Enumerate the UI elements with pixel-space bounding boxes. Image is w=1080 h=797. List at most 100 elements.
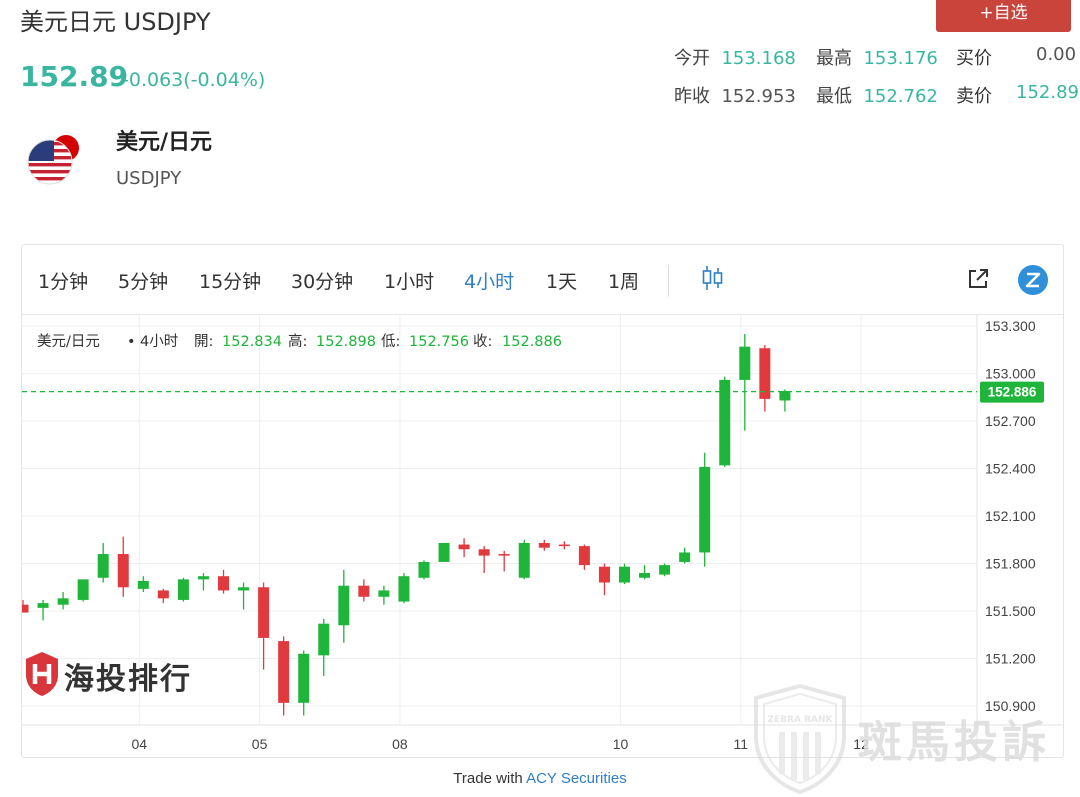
candle[interactable]	[358, 579, 370, 602]
candle-body	[538, 542, 550, 548]
y-tick-label: 151.200	[985, 651, 1036, 667]
candle[interactable]	[438, 542, 450, 562]
candle-body	[498, 554, 510, 556]
tf-1week[interactable]: 1周	[608, 267, 639, 294]
candle-body	[358, 585, 370, 597]
zebra-watermark: 斑馬投訴	[858, 717, 1050, 768]
candle[interactable]	[679, 547, 691, 564]
y-tick-label: 151.800	[985, 556, 1036, 572]
candle[interactable]	[37, 599, 49, 621]
candle-body	[659, 565, 671, 575]
candle[interactable]	[558, 541, 570, 550]
candle[interactable]	[318, 618, 330, 676]
legend-open: 152.834	[222, 334, 282, 350]
candle-body	[218, 576, 229, 591]
popout-icon[interactable]	[966, 267, 990, 291]
z-logo-icon[interactable]	[1018, 265, 1048, 295]
candle[interactable]	[177, 577, 189, 602]
candle[interactable]	[117, 536, 129, 597]
candle-body	[398, 576, 410, 602]
candle[interactable]	[699, 452, 711, 567]
candle[interactable]	[197, 573, 209, 591]
candle[interactable]	[218, 569, 229, 594]
us-jp-flag-icon	[27, 135, 79, 185]
candle-body	[639, 573, 651, 578]
candle-body	[238, 587, 250, 591]
candle-body	[258, 587, 270, 638]
candle[interactable]	[77, 579, 89, 602]
candle-body	[558, 544, 570, 547]
candle[interactable]	[418, 560, 430, 580]
tf-1min[interactable]: 1分钟	[38, 267, 88, 294]
candlestick-type-icon[interactable]	[701, 265, 725, 291]
candle-body	[22, 604, 29, 613]
add-watchlist-button[interactable]: +自选	[936, 0, 1071, 32]
candle[interactable]	[157, 588, 169, 604]
candle-body	[117, 554, 129, 588]
legend-low-label: 低:	[381, 333, 400, 350]
candle[interactable]	[779, 389, 791, 412]
candle-body	[137, 580, 149, 589]
candle-body	[338, 585, 350, 626]
acy-link[interactable]: ACY Securities	[526, 770, 627, 787]
candle-body	[177, 579, 189, 600]
candle[interactable]	[719, 376, 731, 467]
candle-body	[478, 549, 490, 556]
haitou-shield-icon	[26, 652, 58, 696]
tf-5min[interactable]: 5分钟	[118, 267, 168, 294]
candle[interactable]	[22, 599, 29, 613]
tf-15min[interactable]: 15分钟	[199, 267, 261, 294]
legend-interval: 4小时	[140, 333, 178, 350]
candle[interactable]	[238, 582, 250, 610]
candle[interactable]	[498, 550, 510, 572]
x-tick-label: 08	[392, 736, 408, 752]
x-tick-label: 11	[734, 736, 749, 752]
candle-body	[97, 554, 109, 578]
candle-body	[77, 579, 89, 600]
pair-name: 美元/日元	[116, 130, 213, 155]
candle[interactable]	[578, 544, 590, 570]
candle-body	[418, 561, 430, 578]
current-price-label: 152.886	[988, 385, 1037, 400]
candle-body	[37, 603, 49, 608]
x-tick-label: 05	[252, 736, 268, 752]
x-tick-label: 04	[132, 736, 148, 752]
candle-body	[679, 552, 691, 562]
stat-ask-label: 卖价	[956, 86, 992, 107]
candle-body	[518, 542, 530, 578]
price-change: -0.063(-0.04%)	[122, 69, 266, 91]
y-tick-label: 153.300	[985, 318, 1036, 334]
candle[interactable]	[278, 636, 290, 716]
tf-4hour[interactable]: 4小时	[464, 267, 514, 294]
stat-prev-close: 昨收 152.953	[674, 86, 796, 107]
tf-30min[interactable]: 30分钟	[291, 267, 353, 294]
candle[interactable]	[378, 585, 390, 605]
candle[interactable]	[538, 539, 550, 551]
candle[interactable]	[759, 345, 771, 412]
candle-body	[378, 590, 390, 597]
candle[interactable]	[659, 563, 671, 577]
y-tick-label: 152.700	[985, 413, 1036, 429]
toolbar-divider	[668, 265, 669, 297]
tf-1hour[interactable]: 1小时	[384, 267, 434, 294]
candle[interactable]	[478, 546, 490, 574]
candle[interactable]	[598, 563, 610, 596]
candle-body	[619, 566, 630, 583]
candle[interactable]	[518, 539, 530, 580]
candle-body	[157, 590, 169, 599]
candle[interactable]	[97, 542, 109, 583]
tf-1day[interactable]: 1天	[546, 267, 577, 294]
legend-open-label: 開:	[194, 334, 213, 350]
legend-sep: •	[127, 334, 136, 350]
candle[interactable]	[57, 592, 69, 610]
stat-low: 最低 152.762	[816, 86, 938, 107]
footer-prefix: Trade with	[453, 770, 527, 787]
candle[interactable]	[458, 538, 470, 558]
candle[interactable]	[398, 573, 410, 604]
candle[interactable]	[639, 565, 651, 580]
candle[interactable]	[338, 569, 350, 643]
legend-high-label: 高:	[288, 333, 307, 350]
candle-body	[438, 542, 450, 562]
candle-body	[57, 598, 69, 605]
instrument-title: 美元日元 USDJPY	[20, 8, 211, 36]
